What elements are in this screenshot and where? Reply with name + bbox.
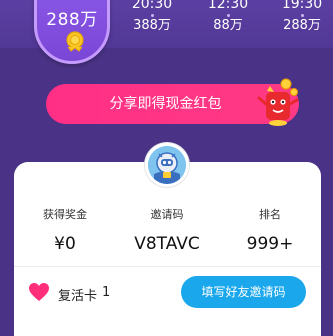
card-divider — [14, 266, 321, 267]
stat-label: 获得奖金 — [43, 208, 87, 221]
stat-label: 邀请码 — [150, 208, 184, 221]
schedule-amount: 288万 — [283, 18, 321, 33]
schedule-time: 20:30 — [131, 0, 173, 12]
schedule-time: 12:30 — [207, 0, 249, 12]
revive-card-label: 复活卡 — [58, 289, 98, 304]
schedule-amount: 388万 — [133, 18, 171, 33]
prize-amount: 288万 — [46, 10, 98, 30]
stat-rank: 排名 999+ — [219, 208, 321, 254]
schedule-dot — [150, 14, 154, 17]
schedule-item: 12:30 88万 — [198, 0, 258, 34]
schedule-item: 19:30 288万 — [272, 0, 332, 34]
schedule-time: 19:30 — [281, 0, 323, 12]
revive-card-count: 1 — [102, 285, 111, 300]
gold-medal-icon — [66, 31, 84, 52]
schedule-amount: 88万 — [213, 18, 243, 33]
prize-badge: 288万 — [34, 0, 110, 64]
stat-value: V8TAVC — [134, 234, 200, 254]
schedule-item: 20:30 388万 — [122, 0, 182, 34]
stat-label: 排名 — [259, 208, 281, 221]
heart-icon — [29, 283, 49, 301]
stat-bonus: 获得奖金 ¥0 — [14, 208, 116, 254]
schedule-dot — [300, 14, 304, 17]
stat-invite-code: 邀请码 V8TAVC — [116, 208, 218, 254]
red-envelope-mascot-icon — [257, 78, 299, 126]
stat-value: 999+ — [246, 234, 294, 254]
invite-card: 获得奖金 ¥0 邀请码 V8TAVC 排名 999+ 复活卡 1 填写好友邀请码 — [14, 162, 321, 336]
stat-value: ¥0 — [54, 234, 76, 254]
avatar[interactable] — [145, 143, 189, 187]
robot-avatar-icon — [148, 146, 186, 184]
enter-invite-code-button[interactable]: 填写好友邀请码 — [181, 276, 306, 308]
schedule-dot — [226, 14, 230, 17]
